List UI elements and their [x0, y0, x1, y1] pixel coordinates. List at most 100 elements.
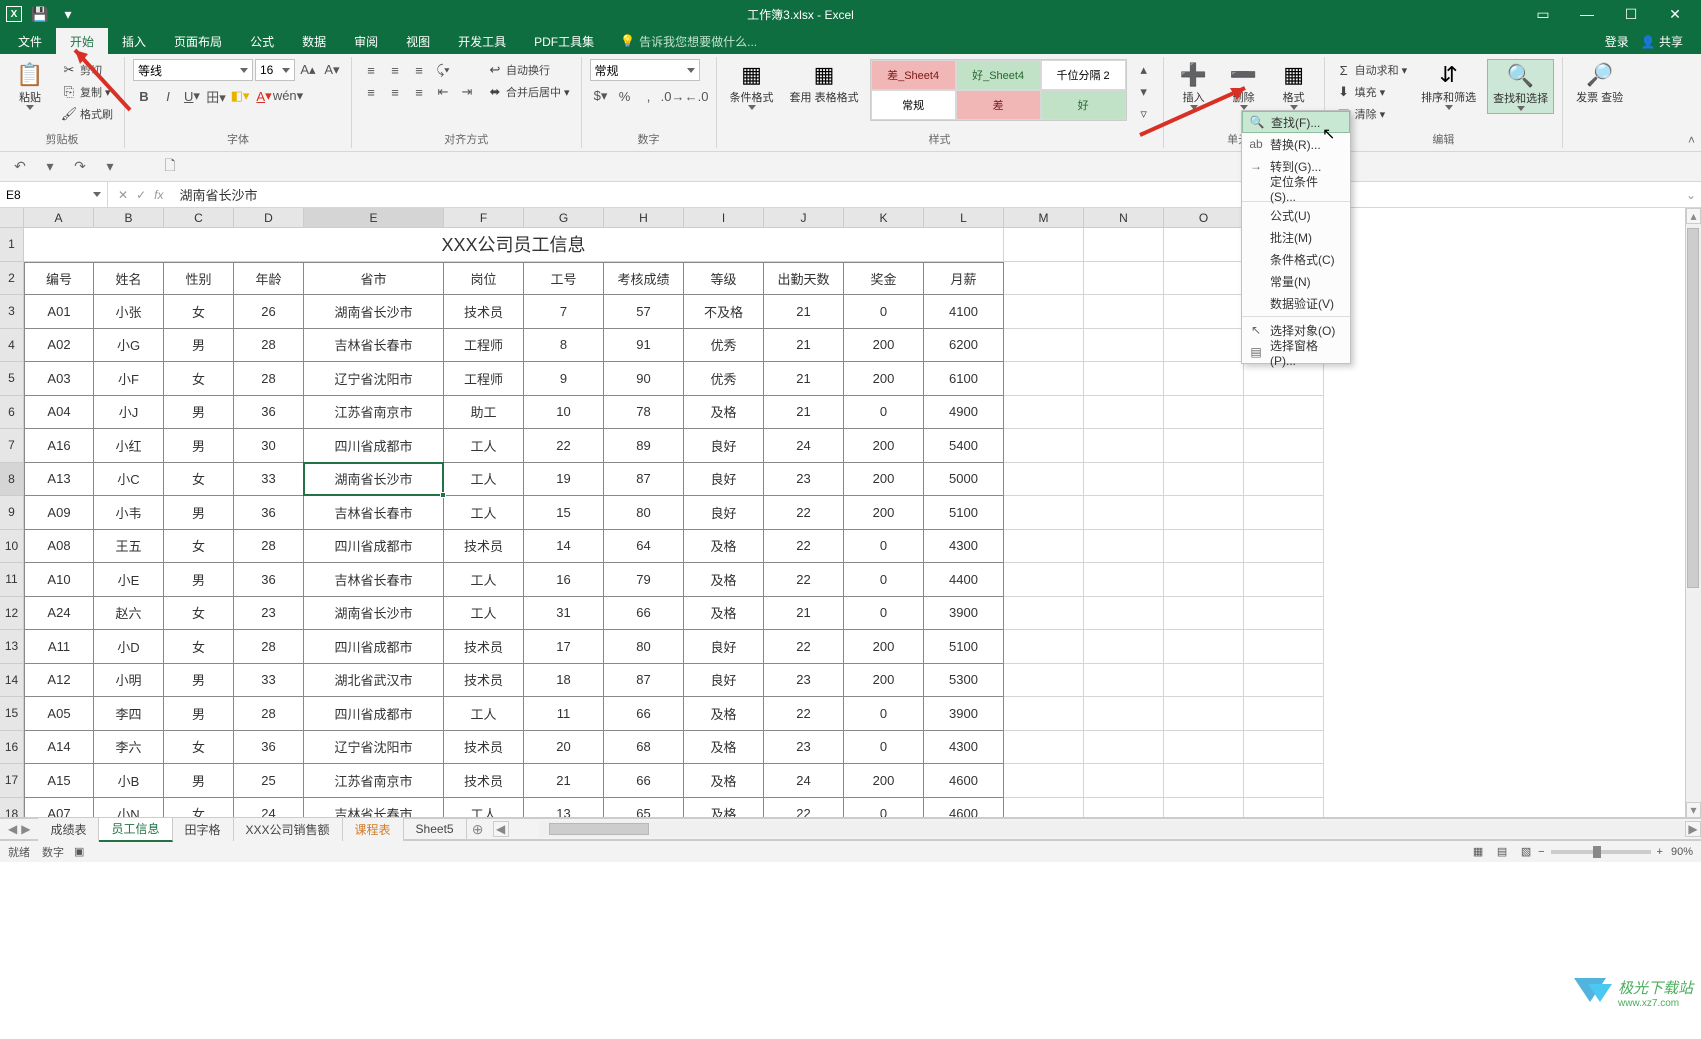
- cell[interactable]: 助工: [444, 396, 524, 430]
- cell[interactable]: 31: [524, 597, 604, 631]
- cell[interactable]: 月薪: [924, 262, 1004, 296]
- col-header-A[interactable]: A: [24, 208, 94, 228]
- find-select-button[interactable]: 🔍查找和选择: [1487, 59, 1554, 114]
- cell[interactable]: 及格: [684, 697, 764, 731]
- italic-icon[interactable]: I: [157, 85, 179, 107]
- cell[interactable]: 良好: [684, 429, 764, 463]
- cell[interactable]: 工程师: [444, 329, 524, 363]
- cell[interactable]: [1244, 764, 1324, 798]
- zoom-slider[interactable]: [1551, 850, 1651, 854]
- cell[interactable]: 编号: [24, 262, 94, 296]
- cell[interactable]: 及格: [684, 764, 764, 798]
- cell[interactable]: 省市: [304, 262, 444, 296]
- row-header-3[interactable]: 3: [0, 295, 24, 329]
- cell[interactable]: [1084, 396, 1164, 430]
- cell[interactable]: 性别: [164, 262, 234, 296]
- tab-review[interactable]: 审阅: [340, 28, 392, 54]
- cell[interactable]: [1164, 530, 1244, 564]
- cell[interactable]: 奖金: [844, 262, 924, 296]
- cell[interactable]: 87: [604, 664, 684, 698]
- conditional-formatting-button[interactable]: ▦条件格式: [725, 59, 779, 112]
- cell[interactable]: [1004, 664, 1084, 698]
- cell[interactable]: 200: [844, 664, 924, 698]
- cell[interactable]: 36: [234, 563, 304, 597]
- cell[interactable]: 女: [164, 463, 234, 497]
- cell[interactable]: 女: [164, 362, 234, 396]
- cell[interactable]: 工人: [444, 597, 524, 631]
- cell[interactable]: 不及格: [684, 295, 764, 329]
- row-header-8[interactable]: 8: [0, 463, 24, 497]
- style-tile-normal[interactable]: 常规: [871, 90, 956, 120]
- cell[interactable]: 小韦: [94, 496, 164, 530]
- cell[interactable]: [1004, 396, 1084, 430]
- cell[interactable]: 80: [604, 496, 684, 530]
- collapse-ribbon-icon[interactable]: ˄: [1688, 133, 1695, 147]
- cell[interactable]: A03: [24, 362, 94, 396]
- col-header-G[interactable]: G: [524, 208, 604, 228]
- cell[interactable]: 男: [164, 664, 234, 698]
- sheet-tab-sales[interactable]: XXX公司销售额: [234, 818, 343, 841]
- col-header-B[interactable]: B: [94, 208, 164, 228]
- cell[interactable]: 吉林省长春市: [304, 563, 444, 597]
- cell[interactable]: 22: [764, 798, 844, 819]
- cell[interactable]: 男: [164, 329, 234, 363]
- formula-input[interactable]: 湖南省长沙市: [173, 185, 1681, 204]
- format-cells-button[interactable]: ▦格式: [1272, 59, 1316, 112]
- cell[interactable]: [1004, 329, 1084, 363]
- cell[interactable]: 及格: [684, 798, 764, 819]
- cell[interactable]: 小N: [94, 798, 164, 819]
- cell[interactable]: 技术员: [444, 664, 524, 698]
- cell[interactable]: 工人: [444, 697, 524, 731]
- cell[interactable]: 王五: [94, 530, 164, 564]
- cell[interactable]: [1004, 228, 1084, 262]
- cell[interactable]: [1244, 731, 1324, 765]
- row-header-2[interactable]: 2: [0, 262, 24, 296]
- menu-find[interactable]: 🔍查找(F)...: [1242, 111, 1350, 133]
- format-as-table-button[interactable]: ▦套用 表格格式: [785, 59, 864, 107]
- spreadsheet-grid[interactable]: ABCDEFGHIJKLMNOP 12345678910111213141516…: [0, 208, 1701, 818]
- delete-cells-button[interactable]: ➖删除: [1222, 59, 1266, 112]
- cell[interactable]: 21: [764, 295, 844, 329]
- align-bottom-icon[interactable]: ≡: [408, 59, 430, 81]
- cell[interactable]: 23: [234, 597, 304, 631]
- cell[interactable]: [1084, 630, 1164, 664]
- col-header-E[interactable]: E: [304, 208, 444, 228]
- cell[interactable]: [1004, 798, 1084, 819]
- style-tile-good[interactable]: 好_Sheet4: [956, 60, 1041, 90]
- cell[interactable]: 22: [764, 496, 844, 530]
- fx-icon[interactable]: fx: [154, 188, 163, 202]
- row-header-15[interactable]: 15: [0, 697, 24, 731]
- cancel-edit-icon[interactable]: ✕: [118, 188, 128, 202]
- style-tile-comma[interactable]: 千位分隔 2: [1041, 60, 1126, 90]
- cell[interactable]: 26: [234, 295, 304, 329]
- cell[interactable]: 男: [164, 429, 234, 463]
- tab-page-layout[interactable]: 页面布局: [160, 28, 236, 54]
- page-layout-view-icon[interactable]: ▤: [1490, 843, 1514, 861]
- cell[interactable]: 28: [234, 329, 304, 363]
- vertical-scrollbar[interactable]: ▴ ▾: [1685, 208, 1701, 818]
- align-left-icon[interactable]: ≡: [360, 81, 382, 103]
- cell[interactable]: 90: [604, 362, 684, 396]
- comma-icon[interactable]: ,: [638, 85, 660, 107]
- cell[interactable]: 0: [844, 396, 924, 430]
- cell[interactable]: 男: [164, 496, 234, 530]
- cell[interactable]: [1004, 563, 1084, 597]
- cell[interactable]: 200: [844, 362, 924, 396]
- cell[interactable]: 湖南省长沙市: [304, 597, 444, 631]
- cell[interactable]: 33: [234, 664, 304, 698]
- login-link[interactable]: 登录: [1605, 33, 1629, 50]
- cell[interactable]: 湖北省武汉市: [304, 664, 444, 698]
- cell[interactable]: 良好: [684, 496, 764, 530]
- page-break-view-icon[interactable]: ▧: [1514, 843, 1538, 861]
- cell[interactable]: 等级: [684, 262, 764, 296]
- sheet-tab-employees[interactable]: 员工信息: [99, 817, 172, 842]
- cell[interactable]: 65: [604, 798, 684, 819]
- cell[interactable]: 女: [164, 798, 234, 819]
- cell[interactable]: 3900: [924, 697, 1004, 731]
- row-header-11[interactable]: 11: [0, 563, 24, 597]
- row-header-4[interactable]: 4: [0, 329, 24, 363]
- cell[interactable]: 小明: [94, 664, 164, 698]
- cell[interactable]: [1084, 295, 1164, 329]
- invoice-check-button[interactable]: 🔎发票 查验: [1571, 59, 1628, 107]
- cell[interactable]: [1164, 463, 1244, 497]
